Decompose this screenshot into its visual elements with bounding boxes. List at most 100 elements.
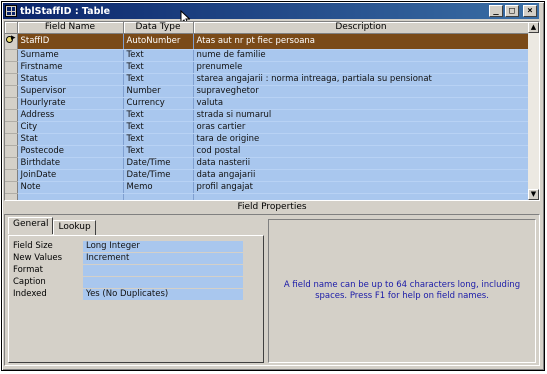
- maximize-button[interactable]: □: [505, 5, 519, 17]
- field-properties-label: Field Properties: [237, 202, 307, 212]
- row-selector-header: [5, 22, 18, 34]
- data-type-cell[interactable]: Text: [123, 73, 194, 86]
- column-header-description[interactable]: Description: [193, 22, 530, 34]
- field-name-cell[interactable]: Note: [17, 181, 124, 194]
- data-type-cell[interactable]: Memo: [123, 181, 194, 194]
- help-text: A field name can be up to 64 characters …: [283, 280, 521, 301]
- column-header-field-name[interactable]: Field Name: [17, 22, 124, 34]
- data-type-cell[interactable]: Text: [123, 49, 194, 62]
- property-value-field[interactable]: Yes (No Duplicates): [83, 289, 243, 300]
- property-value-field[interactable]: [83, 265, 243, 276]
- table-row[interactable]: Birthdate Date/Time data nasterii: [5, 157, 530, 170]
- column-header-data-type[interactable]: Data Type: [123, 22, 194, 34]
- description-cell[interactable]: prenumele: [193, 61, 530, 74]
- row-selector[interactable]: [5, 193, 18, 200]
- row-selector[interactable]: [5, 121, 18, 134]
- property-row: New Values Increment: [13, 253, 243, 264]
- field-name-cell[interactable]: StaffID: [17, 33, 124, 50]
- tab-lookup[interactable]: Lookup: [53, 220, 96, 235]
- property-value-field[interactable]: Increment: [83, 253, 243, 264]
- row-selector[interactable]: [5, 33, 18, 50]
- data-type-cell[interactable]: [123, 193, 194, 200]
- row-selector[interactable]: [5, 97, 18, 110]
- data-type-cell[interactable]: Text: [123, 145, 194, 158]
- description-cell[interactable]: data angajarii: [193, 169, 530, 182]
- field-name-cell[interactable]: Supervisor: [17, 85, 124, 98]
- table-row[interactable]: Postecode Text cod postal: [5, 145, 530, 158]
- description-cell[interactable]: data nasterii: [193, 157, 530, 170]
- minimize-button[interactable]: _: [489, 5, 503, 17]
- table-row[interactable]: [5, 193, 530, 200]
- table-row[interactable]: Stat Text tara de origine: [5, 133, 530, 146]
- description-cell[interactable]: supraveghetor: [193, 85, 530, 98]
- row-selector[interactable]: [5, 49, 18, 62]
- table-row[interactable]: Status Text starea angajarii : norma intre…: [5, 73, 530, 86]
- row-selector[interactable]: [5, 73, 18, 86]
- table-row[interactable]: City Text oras cartier: [5, 121, 530, 134]
- field-name-cell[interactable]: Firstname: [17, 61, 124, 74]
- table-row[interactable]: Firstname Text prenumele: [5, 61, 530, 74]
- field-grid[interactable]: Field Name Data Type Description StaffID…: [4, 21, 540, 201]
- property-label: Caption: [13, 277, 46, 287]
- row-selector[interactable]: [5, 169, 18, 182]
- field-name-cell[interactable]: City: [17, 121, 124, 134]
- field-name-cell[interactable]: Birthdate: [17, 157, 124, 170]
- row-selector[interactable]: [5, 85, 18, 98]
- table-row[interactable]: StaffIDAutoNumberAtas aut nr pt fiec per…: [5, 33, 530, 50]
- description-cell[interactable]: oras cartier: [193, 121, 530, 134]
- data-type-cell[interactable]: Date/Time: [123, 157, 194, 170]
- description-cell[interactable]: valuta: [193, 97, 530, 110]
- row-selector[interactable]: [5, 61, 18, 74]
- vertical-scrollbar[interactable]: ▲ ▼: [528, 22, 539, 200]
- table-row[interactable]: Address Text strada si numarul: [5, 109, 530, 122]
- data-type-cell[interactable]: Text: [123, 133, 194, 146]
- properties-tabs: General Lookup: [8, 217, 96, 235]
- data-type-cell[interactable]: AutoNumber: [123, 33, 194, 50]
- field-name-cell[interactable]: [17, 193, 124, 200]
- window-title: tblStaffID : Table: [20, 5, 111, 17]
- description-cell[interactable]: starea angajarii : norma intreaga, parti…: [193, 73, 530, 86]
- description-cell[interactable]: Atas aut nr pt fiec persoana: [193, 33, 530, 50]
- description-cell[interactable]: [193, 193, 530, 200]
- general-tab-panel: Field Size Long Integer New Values Incremen…: [8, 235, 264, 363]
- row-selector[interactable]: [5, 133, 18, 146]
- property-value-field[interactable]: [83, 277, 243, 288]
- row-selector[interactable]: [5, 145, 18, 158]
- field-name-cell[interactable]: Postecode: [17, 145, 124, 158]
- description-cell[interactable]: strada si numarul: [193, 109, 530, 122]
- description-cell[interactable]: nume de familie: [193, 49, 530, 62]
- primary-key-icon: [5, 33, 16, 45]
- description-cell[interactable]: tara de origine: [193, 133, 530, 146]
- row-selector[interactable]: [5, 181, 18, 194]
- scroll-up-icon[interactable]: ▲: [528, 22, 539, 33]
- property-label: New Values: [13, 253, 63, 263]
- row-selector[interactable]: [5, 109, 18, 122]
- description-cell[interactable]: profil angajat: [193, 181, 530, 194]
- data-type-cell[interactable]: Currency: [123, 97, 194, 110]
- table-row[interactable]: Note Memo profil angajat: [5, 181, 530, 194]
- tab-general[interactable]: General: [8, 217, 54, 234]
- data-type-cell[interactable]: Number: [123, 85, 194, 98]
- data-type-cell[interactable]: Text: [123, 61, 194, 74]
- field-name-cell[interactable]: JoinDate: [17, 169, 124, 182]
- row-selector[interactable]: [5, 157, 18, 170]
- table-row[interactable]: Supervisor Number supraveghetor: [5, 85, 530, 98]
- field-name-cell[interactable]: Status: [17, 73, 124, 86]
- field-table: Field Name Data Type Description StaffID…: [5, 22, 530, 200]
- table-row[interactable]: JoinDate Date/Time data angajarii: [5, 169, 530, 182]
- table-row[interactable]: Hourlyrate Currency valuta: [5, 97, 530, 110]
- field-name-cell[interactable]: Stat: [17, 133, 124, 146]
- description-cell[interactable]: cod postal: [193, 145, 530, 158]
- data-type-cell[interactable]: Text: [123, 109, 194, 122]
- data-type-cell[interactable]: Date/Time: [123, 169, 194, 182]
- data-type-cell[interactable]: Text: [123, 121, 194, 134]
- help-text-panel: A field name can be up to 64 characters …: [268, 219, 536, 363]
- title-bar[interactable]: tblStaffID : Table _ □ ×: [3, 3, 539, 19]
- scroll-down-icon[interactable]: ▼: [528, 189, 539, 200]
- field-name-cell[interactable]: Hourlyrate: [17, 97, 124, 110]
- close-button[interactable]: ×: [523, 5, 537, 17]
- field-name-cell[interactable]: Surname: [17, 49, 124, 62]
- table-row[interactable]: Surname Text nume de familie: [5, 49, 530, 62]
- field-name-cell[interactable]: Address: [17, 109, 124, 122]
- property-value-field[interactable]: Long Integer: [83, 241, 243, 252]
